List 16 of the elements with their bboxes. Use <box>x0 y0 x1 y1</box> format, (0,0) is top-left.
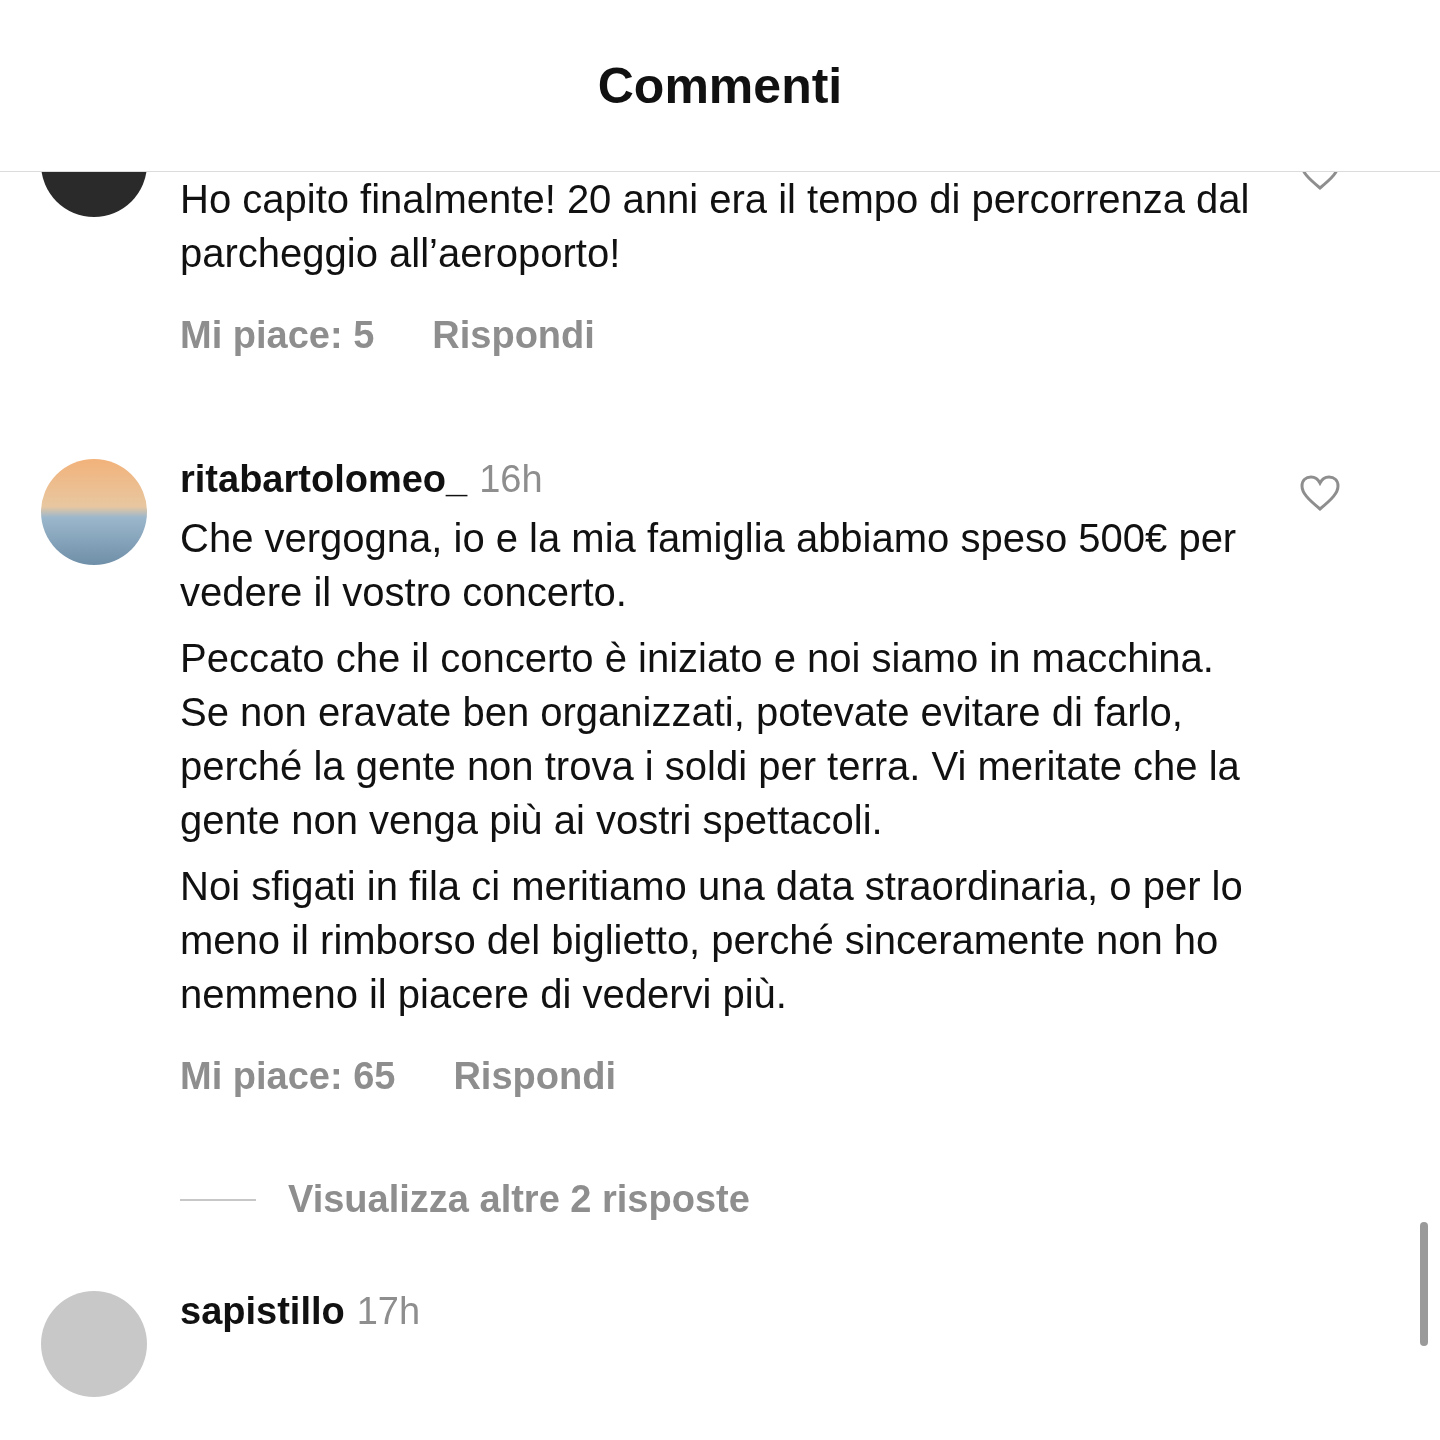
comment-time: 17h <box>356 1291 421 1331</box>
comment-text: Che vergogna, io e la mia famiglia abbiamo speso 500€ per vedere il vostro concerto. <box>180 515 1238 616</box>
scrollbar[interactable] <box>1420 1222 1428 1346</box>
username[interactable]: ritabartolomeo_ <box>180 459 468 499</box>
likes-count[interactable]: Mi piace: 65 <box>180 1055 396 1098</box>
reply-link[interactable]: Rispondi <box>432 314 595 357</box>
reply-link[interactable]: Rispondi <box>453 1055 616 1098</box>
screen-title: Commenti <box>597 56 843 115</box>
heart-icon[interactable] <box>1300 475 1340 511</box>
view-replies-link[interactable]: Visualizza altre 2 risposte <box>288 1178 750 1221</box>
comment-text: Noi sfigati in fila ci meritiamo una data straordinaria, o per lo meno il rimborso del biglietto, perché sinceramente non ho nemmeno il piacere di vedervi più. <box>180 863 1244 1018</box>
likes-count[interactable]: Mi piace: 5 <box>180 314 375 357</box>
comment-text: Ho capito finalmente! 20 anni era il tempo di percorrenza dal parcheggio all’aeroporto! <box>180 176 1251 277</box>
comment-text: Peccato che il concerto è iniziato e noi siamo in macchina. Se non eravate ben organizzati, potevate evitare di farlo, perché la gente non trova i soldi per terra. Vi meritate che la gente non venga più ai vostri spettacoli. <box>180 635 1241 844</box>
comment-time: 16h <box>479 459 543 499</box>
username[interactable]: sapistillo <box>180 1291 345 1331</box>
